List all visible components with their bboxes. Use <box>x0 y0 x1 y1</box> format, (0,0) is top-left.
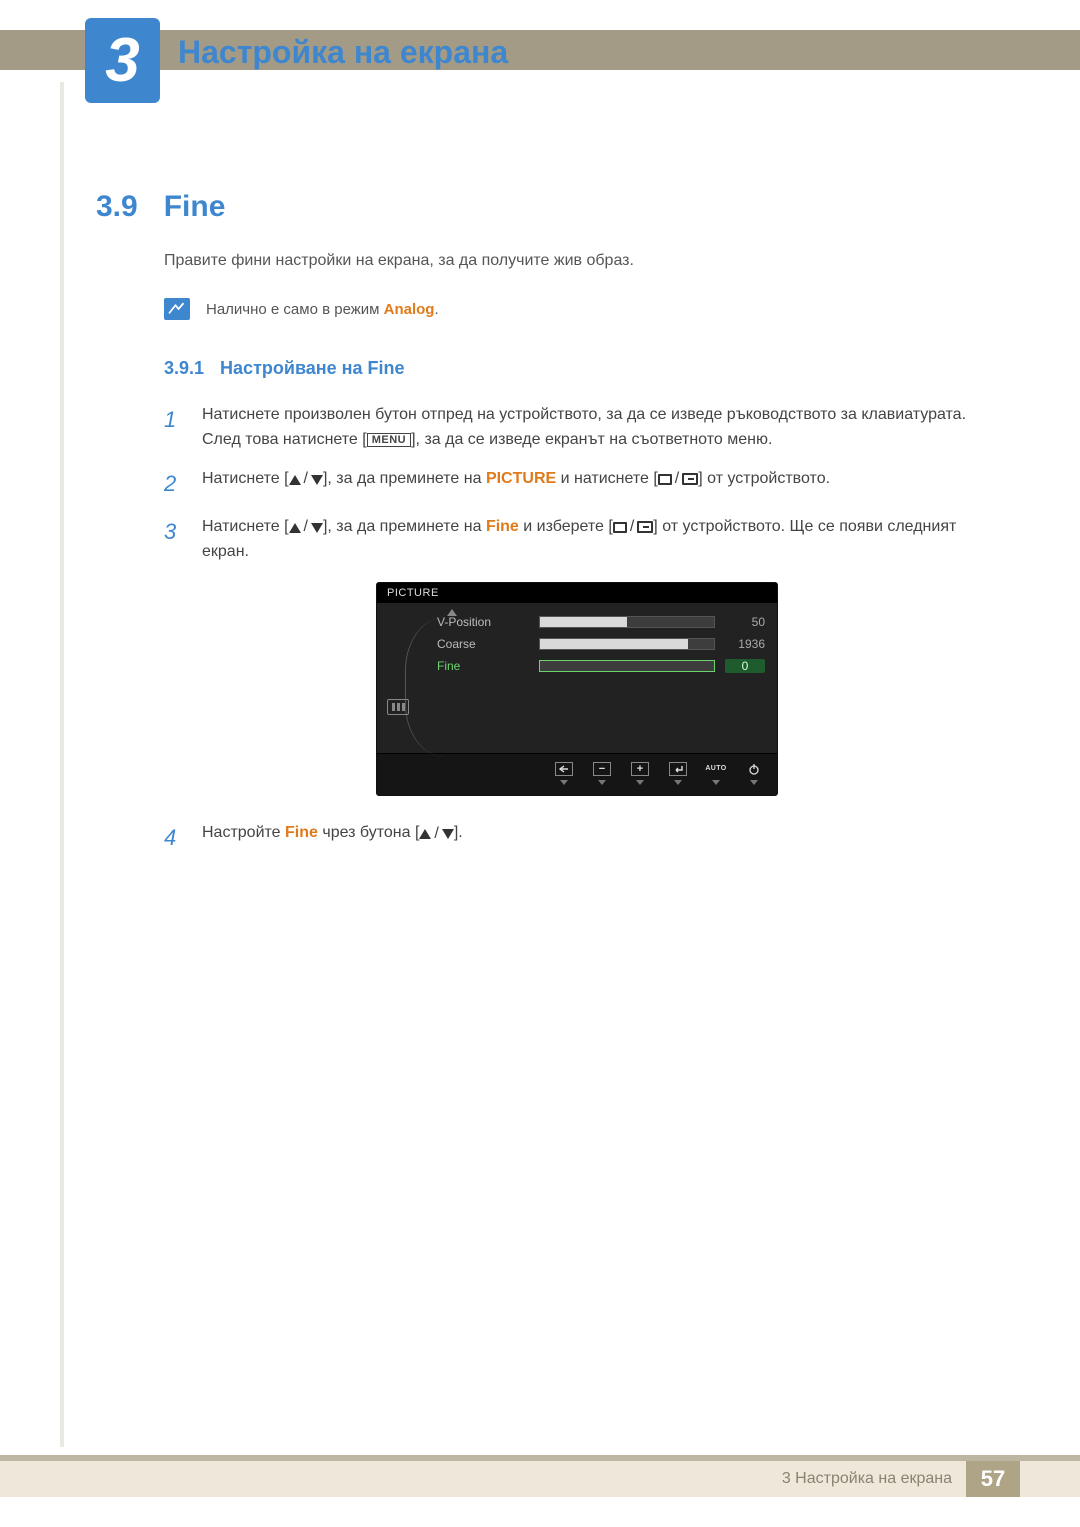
fine-highlight: Fine <box>285 824 318 841</box>
step-number: 4 <box>164 821 182 855</box>
note-highlight: Analog <box>384 301 435 318</box>
footer-bar: 3 Настройка на екрана 57 <box>0 1461 1080 1497</box>
select-enter-icon: / <box>613 515 653 540</box>
up-down-icon: / <box>289 515 323 540</box>
step-text: Натиснете [ <box>202 518 289 535</box>
scroll-up-icon <box>447 609 457 616</box>
osd-row-label: Fine <box>437 659 529 673</box>
up-down-icon: / <box>419 822 453 847</box>
step-1: 1 Натиснете произволен бутон отпред на у… <box>164 403 990 453</box>
osd-row-label: Coarse <box>437 637 529 651</box>
steps-list-cont: 4 Настройте Fine чрез бутона [/]. <box>164 821 990 855</box>
chapter-title: Настройка на екрана <box>178 34 508 71</box>
section-number: 3.9 <box>96 190 138 224</box>
osd-arc <box>405 617 445 757</box>
step-body: Настройте Fine чрез бутона [/]. <box>202 821 990 855</box>
section-title: Fine <box>164 190 226 224</box>
osd-row: V-Position 50 <box>437 611 765 633</box>
osd-title: PICTURE <box>377 583 777 603</box>
step-3: 3 Натиснете [/], за да преминете на Fine… <box>164 515 990 565</box>
chapter-number-tab: 3 <box>85 18 160 103</box>
picture-highlight: PICTURE <box>486 470 556 487</box>
fine-highlight: Fine <box>486 518 519 535</box>
osd-row-value: 1936 <box>725 637 765 651</box>
subsection-number: 3.9.1 <box>164 358 204 379</box>
step-body: Натиснете произволен бутон отпред на уст… <box>202 403 990 453</box>
osd-row-active: Fine 0 <box>437 655 765 677</box>
header-bar <box>0 30 1080 70</box>
step-body: Натиснете [/], за да преминете на Fine и… <box>202 515 990 565</box>
left-rail <box>60 82 64 1447</box>
step-text: ], за да преминете на <box>323 470 486 487</box>
osd-power-button <box>745 762 763 785</box>
note-row: Налично е само в режим Analog. <box>164 298 990 320</box>
osd-auto-button: AUTO <box>707 762 725 785</box>
step-text: ], за да преминете на <box>323 518 486 535</box>
step-number: 3 <box>164 515 182 565</box>
osd-row-label: V-Position <box>437 615 529 629</box>
step-text: Натиснете [ <box>202 470 289 487</box>
osd-row-value: 50 <box>725 615 765 629</box>
picture-mode-icon <box>387 699 409 715</box>
osd-slider <box>539 660 715 672</box>
steps-list: 1 Натиснете произволен бутон отпред на у… <box>164 403 990 565</box>
menu-key-icon: MENU <box>367 433 411 447</box>
osd-slider <box>539 616 715 628</box>
note-suffix: . <box>434 301 438 318</box>
osd-slider <box>539 638 715 650</box>
osd-row-value: 0 <box>725 659 765 673</box>
osd-plus-button: + <box>631 762 649 785</box>
note-icon <box>164 298 190 320</box>
osd-minus-button: − <box>593 762 611 785</box>
section-intro: Правите фини настройки на екрана, за да … <box>164 252 990 270</box>
step-text: ] от устройството. <box>698 470 830 487</box>
step-number: 2 <box>164 467 182 501</box>
step-text: Настройте <box>202 824 285 841</box>
step-body: Натиснете [/], за да преминете на PICTUR… <box>202 467 990 501</box>
osd-row: Coarse 1936 <box>437 633 765 655</box>
step-4: 4 Настройте Fine чрез бутона [/]. <box>164 821 990 855</box>
osd-back-button <box>555 762 573 785</box>
osd-enter-button <box>669 762 687 785</box>
step-text: и изберете [ <box>519 518 613 535</box>
page-number: 57 <box>966 1461 1020 1497</box>
step-number: 1 <box>164 403 182 453</box>
step-text: и натиснете [ <box>556 470 658 487</box>
osd-screenshot: PICTURE V-Position 50 Coarse 1936 <box>164 583 990 795</box>
step-text: ], за да се изведе екранът на съответнот… <box>411 431 772 448</box>
step-2: 2 Натиснете [/], за да преминете на PICT… <box>164 467 990 501</box>
footer-chapter-label: 3 Настройка на екрана <box>782 1470 966 1488</box>
osd-footer: − + AUTO <box>377 753 777 795</box>
up-down-icon: / <box>289 467 323 492</box>
step-text: ]. <box>454 824 463 841</box>
select-enter-icon: / <box>658 467 698 492</box>
note-text: Налично е само в режим Analog. <box>206 301 439 318</box>
subsection-title: Настройване на Fine <box>220 358 405 379</box>
step-text: чрез бутона [ <box>318 824 420 841</box>
note-prefix: Налично е само в режим <box>206 301 384 318</box>
